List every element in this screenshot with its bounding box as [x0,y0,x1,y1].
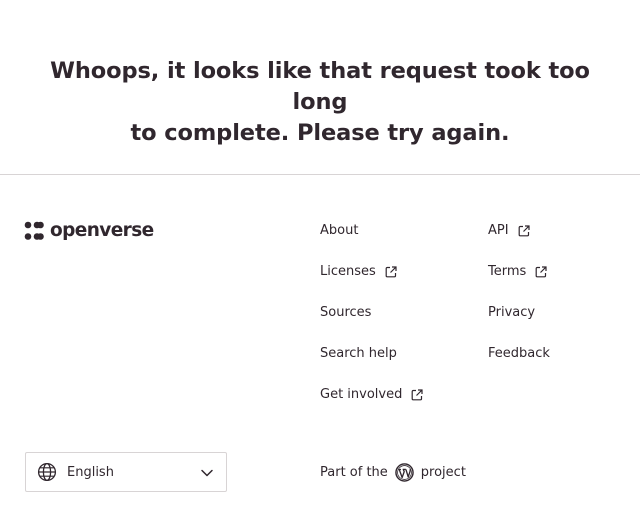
globe-icon [37,462,57,482]
footer-link-label: Licenses [320,264,376,279]
openverse-logo-icon [24,221,44,240]
footer-link-api[interactable]: API [488,223,530,239]
error-message-line-1: Whoops, it looks like that request took … [50,58,590,115]
footer-link-label: Search help [320,346,397,361]
external-link-icon [518,225,530,237]
part-of-prefix: Part of the [320,464,388,480]
external-link-icon [385,266,397,278]
error-message-line-2: to complete. Please try again. [130,120,510,146]
external-link-icon [535,266,547,278]
footer-link-label: Sources [320,305,372,320]
chevron-down-icon [201,469,213,477]
footer-link-label: Terms [488,264,527,279]
part-of-suffix: project [420,464,466,480]
language-select-value: English [67,464,114,480]
wordpress-icon[interactable] [395,462,414,482]
footer-link-feedback[interactable]: Feedback [488,346,550,362]
footer-link-search-help[interactable]: Search help [320,346,397,362]
footer-link-sources[interactable]: Sources [320,305,371,321]
footer-link-privacy[interactable]: Privacy [488,305,535,321]
part-of-wordpress: Part of the project [320,461,466,483]
footer-link-get-involved[interactable]: Get involved [320,387,423,403]
footer-link-terms[interactable]: Terms [488,264,547,280]
footer-link-label: Privacy [488,305,536,320]
language-select[interactable]: English [25,452,227,492]
footer-link-label: API [488,223,509,238]
footer-link-about[interactable]: About [320,223,358,239]
error-message: Whoops, it looks like that request took … [0,56,640,149]
footer-divider [0,174,640,175]
openverse-logo-link[interactable]: openverse [24,221,154,241]
footer-link-licenses[interactable]: Licenses [320,264,397,280]
logo-wordmark: openverse [50,220,154,241]
footer-link-label: Feedback [488,346,550,361]
external-link-icon [411,389,423,401]
footer-link-label: Get involved [320,387,403,402]
footer-link-label: About [320,223,359,238]
